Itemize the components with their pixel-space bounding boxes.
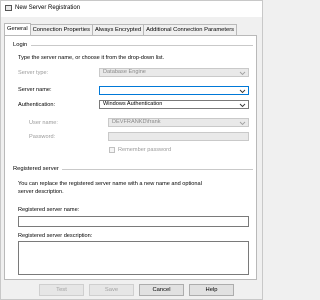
chevron-down-icon	[239, 70, 246, 76]
tab-additional-connection-parameters[interactable]: Additional Connection Parameters	[143, 24, 238, 35]
server-name-label: Server name:	[18, 87, 52, 93]
test-button[interactable]: Test	[39, 284, 84, 296]
server-type-value: Database Engine	[103, 69, 146, 75]
registered-server-name-input[interactable]	[18, 216, 249, 227]
dialog-window: New Server Registration General Connecti…	[0, 0, 263, 300]
window-title: New Server Registration	[15, 5, 81, 11]
authentication-value: Windows Authentication	[103, 101, 163, 107]
chevron-down-icon[interactable]	[239, 88, 246, 94]
tab-always-encrypted[interactable]: Always Encrypted	[91, 24, 145, 35]
remember-password-label: Remember password	[118, 147, 172, 153]
user-name-dropdown: DEVFRANKD\frank	[108, 118, 249, 127]
registered-server-description-label: Registered server description:	[18, 233, 93, 239]
registered-server-divider	[62, 169, 253, 170]
chevron-down-icon	[239, 120, 246, 126]
tab-general[interactable]: General	[4, 23, 31, 35]
login-instructions: Type the server name, or choose it from …	[18, 55, 165, 61]
title-bar: New Server Registration	[1, 1, 262, 17]
registered-instructions-line1: You can replace the registered server na…	[18, 181, 202, 187]
login-divider	[31, 45, 253, 46]
authentication-label: Authentication:	[18, 102, 56, 108]
password-label: Password:	[29, 134, 56, 140]
registered-server-name-label: Registered server name:	[18, 207, 80, 213]
login-section-title: Login	[13, 42, 28, 48]
help-button[interactable]: Help	[189, 284, 234, 296]
registered-server-description-input[interactable]	[18, 241, 249, 275]
cancel-button[interactable]: Cancel	[139, 284, 184, 296]
app-icon	[5, 5, 12, 11]
save-button[interactable]: Save	[89, 284, 134, 296]
server-type-label: Server type:	[18, 70, 49, 76]
tab-panel-general: Login Type the server name, or choose it…	[4, 35, 257, 280]
user-name-label: User name:	[29, 120, 58, 126]
authentication-dropdown[interactable]: Windows Authentication	[99, 100, 249, 109]
server-name-combobox[interactable]	[99, 86, 249, 95]
user-name-value: DEVFRANKD\frank	[112, 119, 161, 125]
chevron-down-icon[interactable]	[239, 102, 246, 108]
password-field	[108, 132, 249, 141]
tab-strip: General Connection Properties Always Enc…	[4, 23, 238, 35]
registered-instructions-line2: server description.	[18, 189, 64, 195]
remember-password-checkbox	[109, 147, 115, 153]
registered-server-section-title: Registered server	[13, 166, 59, 172]
tab-connection-properties[interactable]: Connection Properties	[29, 24, 93, 35]
server-type-dropdown: Database Engine	[99, 68, 249, 77]
